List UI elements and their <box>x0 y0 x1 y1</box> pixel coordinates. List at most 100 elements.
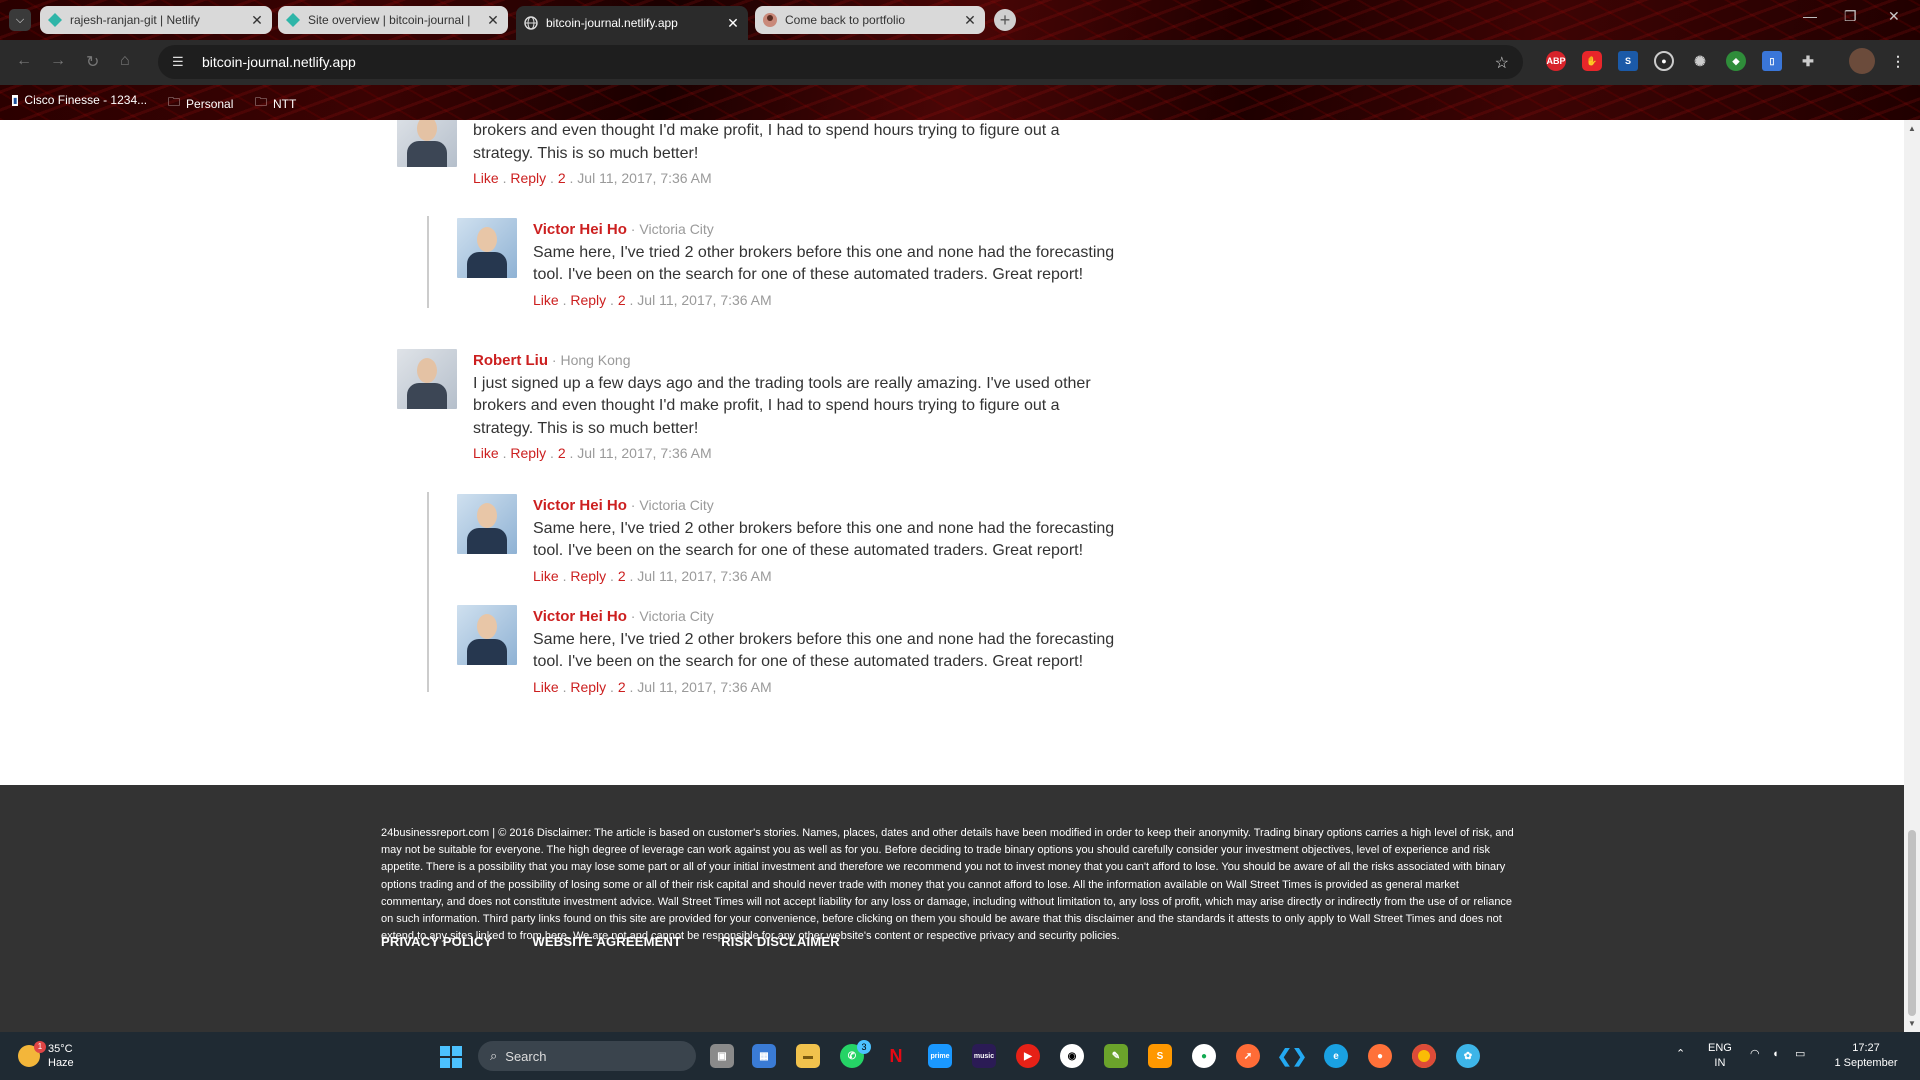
comment-date: Jul 11, 2017, 7:36 AM <box>637 567 772 584</box>
like-link[interactable]: Like <box>533 292 559 308</box>
netflix-icon[interactable]: N <box>884 1044 908 1068</box>
bookmark-label: NTT <box>273 96 297 111</box>
task-view-icon[interactable]: ▣ <box>710 1044 734 1068</box>
bookmark-star-icon[interactable]: ☆ <box>1495 53 1509 73</box>
github-icon[interactable]: ◉ <box>1060 1044 1084 1068</box>
avatar[interactable] <box>1849 48 1875 74</box>
scrollbar-thumb[interactable] <box>1908 830 1916 1016</box>
reload-icon[interactable]: ↻ <box>86 52 99 72</box>
show-hidden-icons[interactable]: ⌃ <box>1676 1047 1685 1062</box>
page-scrollbar[interactable]: ▲ ▼ <box>1904 120 1920 1032</box>
more-menu-icon[interactable]: ⋮ <box>1888 51 1908 71</box>
like-link[interactable]: Like <box>533 568 559 584</box>
mongodb-icon[interactable]: ● <box>1192 1044 1216 1068</box>
comment-author[interactable]: Victor Hei Ho <box>533 497 627 514</box>
battery-icon[interactable]: ▭ <box>1795 1047 1805 1062</box>
netlify-icon <box>48 13 62 27</box>
sublime-text-icon[interactable]: S <box>1148 1044 1172 1068</box>
comment-text: I just signed up a few days ago and the … <box>473 374 1091 437</box>
bookmark-cisco-finesse[interactable]: ▮ Cisco Finesse - 1234... <box>12 93 147 107</box>
firefox-icon[interactable]: ● <box>1368 1044 1392 1068</box>
comment-author[interactable]: Victor Hei Ho <box>533 608 627 625</box>
url-text: bitcoin-journal.netlify.app <box>202 54 356 70</box>
browser-toolbar: ← → ↻ ⌂ ☰ bitcoin-journal.netlify.app ☆ … <box>0 40 1920 85</box>
privacy-policy-link[interactable]: PRIVACY POLICY <box>381 934 492 949</box>
weather-widget[interactable]: 1 35°C Haze <box>18 1041 74 1070</box>
puzzle-icon[interactable]: ✚ <box>1798 51 1818 71</box>
shield-extension-icon[interactable]: ◆ <box>1726 51 1746 71</box>
language-indicator[interactable]: ENG IN <box>1708 1041 1732 1071</box>
tab-bitcoin-journal[interactable]: bitcoin-journal.netlify.app ✕ <box>516 6 748 40</box>
tab-site-overview[interactable]: Site overview | bitcoin-journal | ✕ <box>278 6 508 34</box>
clock-time: 17:27 <box>1852 1042 1880 1054</box>
windows-start-icon[interactable] <box>440 1046 462 1068</box>
cisco-icon: ▮ <box>12 94 19 106</box>
close-icon[interactable]: ✕ <box>486 12 500 29</box>
comment-text: brokers and even thought I'd make profit… <box>473 122 1060 162</box>
site-info-icon[interactable]: ☰ <box>172 54 190 70</box>
tab-search-button[interactable]: ⌵ <box>9 9 31 31</box>
reply-link[interactable]: Reply <box>510 445 546 461</box>
address-bar[interactable]: ☰ bitcoin-journal.netlify.app ☆ <box>158 45 1523 79</box>
back-icon[interactable]: ← <box>16 52 32 70</box>
comment-date: Jul 11, 2017, 7:36 AM <box>637 678 772 695</box>
maximize-icon[interactable]: ❐ <box>1844 8 1857 25</box>
adblock-plus-icon[interactable]: ABP <box>1546 51 1566 71</box>
docs-extension-icon[interactable]: ▯ <box>1762 51 1782 71</box>
reply-link[interactable]: Reply <box>570 292 606 308</box>
youtube-icon[interactable]: ▶ <box>1016 1044 1040 1068</box>
file-explorer-icon[interactable]: ▬ <box>796 1044 820 1068</box>
comment-location: Victoria City <box>639 221 714 237</box>
site-footer: 24businessreport.com | © 2016 Disclaimer… <box>0 785 1904 1032</box>
record-icon[interactable]: ● <box>1654 51 1674 71</box>
postman-icon[interactable]: ➚ <box>1236 1044 1260 1068</box>
avatar <box>397 120 457 167</box>
vscode-icon[interactable]: ❮❯ <box>1277 1044 1307 1068</box>
page-content: brokers and even thought I'd make profit… <box>0 120 1904 1032</box>
notepad-icon[interactable]: ✎ <box>1104 1044 1128 1068</box>
chrome-icon[interactable] <box>1412 1044 1436 1068</box>
forward-icon[interactable]: → <box>50 52 66 70</box>
risk-disclaimer-link[interactable]: RISK DISCLAIMER <box>721 934 840 949</box>
prime-video-icon[interactable]: prime <box>928 1044 952 1068</box>
amazon-music-icon[interactable]: music <box>972 1044 996 1068</box>
new-tab-button[interactable]: + <box>994 9 1016 31</box>
wifi-icon[interactable]: ◠ <box>1750 1047 1760 1062</box>
search-label: Search <box>505 1048 547 1064</box>
comment-author[interactable]: Victor Hei Ho <box>533 221 627 238</box>
like-link[interactable]: Like <box>533 679 559 695</box>
close-icon[interactable]: ✕ <box>726 15 740 32</box>
like-link[interactable]: Like <box>473 445 499 461</box>
reply-link[interactable]: Reply <box>510 170 546 186</box>
bookmark-personal[interactable]: 🗀 Personal <box>168 93 233 114</box>
reply-link[interactable]: Reply <box>570 568 606 584</box>
color-picker-icon[interactable]: ✿ <box>1456 1044 1480 1068</box>
like-link[interactable]: Like <box>473 170 499 186</box>
adblock-icon[interactable]: ✋ <box>1582 51 1602 71</box>
window-close-icon[interactable]: ✕ <box>1888 8 1900 25</box>
tab-netlify-account[interactable]: rajesh-ranjan-git | Netlify ✕ <box>40 6 272 34</box>
taskbar-search[interactable]: ⌕ Search <box>478 1041 696 1071</box>
scroll-down-icon[interactable]: ▼ <box>1908 1019 1916 1028</box>
s-extension-icon[interactable]: S <box>1618 51 1638 71</box>
home-icon[interactable]: ⌂ <box>120 52 130 70</box>
tab-portfolio[interactable]: Come back to portfolio ✕ <box>755 6 985 34</box>
footer-disclaimer: 24businessreport.com | © 2016 Disclaimer… <box>381 827 1514 943</box>
minimize-icon[interactable]: — <box>1803 8 1817 24</box>
like-count: 2 <box>557 170 566 186</box>
avatar <box>457 494 517 554</box>
clock[interactable]: 17:27 1 September <box>1830 1041 1902 1071</box>
website-agreement-link[interactable]: WEBSITE AGREEMENT <box>532 934 681 949</box>
edge-icon[interactable]: e <box>1324 1044 1348 1068</box>
bookmark-ntt[interactable]: 🗀 NTT <box>255 93 296 114</box>
reply-link[interactable]: Reply <box>570 679 606 695</box>
volume-icon[interactable]: ◖ <box>1772 1047 1779 1062</box>
reply-thread-line <box>427 492 429 692</box>
close-icon[interactable]: ✕ <box>963 12 977 29</box>
close-icon[interactable]: ✕ <box>250 12 264 29</box>
settings-extension-icon[interactable]: ✺ <box>1690 51 1710 71</box>
scroll-up-icon[interactable]: ▲ <box>1908 124 1916 133</box>
comment-author[interactable]: Robert Liu <box>473 352 548 369</box>
microsoft-store-icon[interactable]: ▦ <box>752 1044 776 1068</box>
footer-links: PRIVACY POLICY WEBSITE AGREEMENT RISK DI… <box>381 934 840 949</box>
